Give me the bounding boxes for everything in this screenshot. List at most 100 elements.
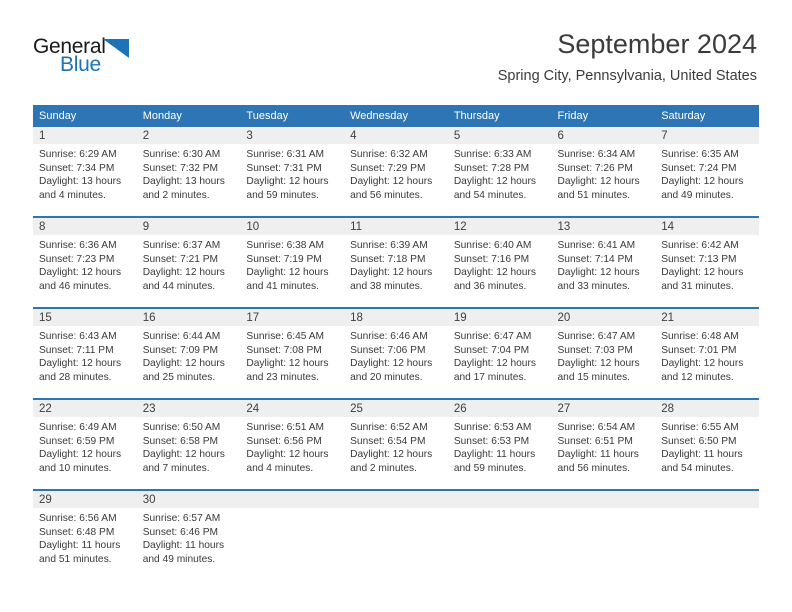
daylight-duration-line1: Daylight: 12 hours [350,267,433,279]
day-number: 4 [344,127,448,144]
daylight-duration-line1: Daylight: 12 hours [39,358,122,370]
weekday-header-monday: Monday [136,105,241,127]
day-cell-inner: 28 Sunrise: 6:55 AM Sunset: 6:50 PM Dayligh… [655,400,759,489]
calendar-day-cell[interactable]: 26 Sunrise: 6:53 AM Sunset: 6:53 PM Dayligh… [447,398,552,490]
sunrise-time: Sunrise: 6:57 AM [142,513,221,524]
day-details: Sunrise: 6:52 AM Sunset: 6:54 PM Daylight:… [344,417,448,475]
day-number: 16 [136,309,241,326]
sunset-time: Sunset: 7:26 PM [557,162,633,174]
calendar-day-cell[interactable]: 9 Sunrise: 6:37 AM Sunset: 7:21 PM Daylight… [136,216,241,308]
calendar-day-cell[interactable]: 29 Sunrise: 6:56 AM Sunset: 6:48 PM Dayligh… [33,489,137,580]
day-details: Sunrise: 6:49 AM Sunset: 6:59 PM Daylight:… [33,417,137,475]
calendar-day-cell[interactable]: 5 Sunrise: 6:33 AM Sunset: 7:28 PM Daylight… [447,127,552,217]
calendar-day-cell[interactable]: 10 Sunrise: 6:38 AM Sunset: 7:19 PM Dayligh… [240,216,345,308]
daylight-duration-line2: and 25 minutes. [142,371,216,383]
sunrise-time: Sunrise: 6:48 AM [661,331,739,342]
day-details: Sunrise: 6:35 AM Sunset: 7:24 PM Daylight:… [655,144,759,202]
day-number: 2 [136,127,241,144]
daylight-duration-line2: and 7 minutes. [142,462,210,474]
daylight-duration-line1: Daylight: 12 hours [350,176,433,188]
day-details [552,508,656,512]
calendar-day-cell[interactable]: 13 Sunrise: 6:41 AM Sunset: 7:14 PM Dayligh… [551,216,656,308]
page-header: General Blue September 2024 Spring City,… [0,0,792,96]
calendar-body: 1 Sunrise: 6:29 AM Sunset: 7:34 PM Daylight… [33,127,759,580]
calendar-day-cell[interactable]: 1 Sunrise: 6:29 AM Sunset: 7:34 PM Daylight… [33,127,137,217]
sunrise-time: Sunrise: 6:31 AM [246,149,324,160]
sunrise-time: Sunrise: 6:49 AM [39,422,117,433]
day-number: 19 [447,309,552,326]
daylight-duration-line2: and 20 minutes. [350,371,423,383]
calendar-day-cell[interactable]: 22 Sunrise: 6:49 AM Sunset: 6:59 PM Dayligh… [33,398,137,490]
calendar-day-cell[interactable] [655,489,759,580]
calendar-day-cell[interactable] [240,489,345,580]
day-cell-inner: 1 Sunrise: 6:29 AM Sunset: 7:34 PM Daylight… [33,127,137,216]
sunrise-time: Sunrise: 6:37 AM [142,240,221,251]
calendar-day-cell[interactable]: 19 Sunrise: 6:47 AM Sunset: 7:04 PM Dayligh… [447,307,552,399]
day-cell-inner: 9 Sunrise: 6:37 AM Sunset: 7:21 PM Daylight… [136,218,241,307]
calendar-day-cell[interactable]: 28 Sunrise: 6:55 AM Sunset: 6:50 PM Dayligh… [655,398,759,490]
sunrise-time: Sunrise: 6:33 AM [453,149,532,160]
calendar-day-cell[interactable]: 23 Sunrise: 6:50 AM Sunset: 6:58 PM Dayligh… [136,398,241,490]
calendar-day-cell[interactable]: 3 Sunrise: 6:31 AM Sunset: 7:31 PM Daylight… [240,127,345,217]
weekday-header-saturday: Saturday [655,105,759,127]
calendar-day-cell[interactable]: 27 Sunrise: 6:54 AM Sunset: 6:51 PM Dayligh… [551,398,656,490]
day-number: 7 [655,127,759,144]
day-number: 6 [551,127,656,144]
calendar-day-cell[interactable]: 11 Sunrise: 6:39 AM Sunset: 7:18 PM Dayligh… [344,216,448,308]
daylight-duration-line2: and 46 minutes. [39,280,112,292]
daylight-duration-line2: and 17 minutes. [453,371,527,383]
calendar-day-cell[interactable] [551,489,656,580]
daylight-duration-line1: Daylight: 13 hours [39,176,122,188]
day-cell-inner: 3 Sunrise: 6:31 AM Sunset: 7:31 PM Daylight… [240,127,345,216]
calendar-week-row: 1 Sunrise: 6:29 AM Sunset: 7:34 PM Daylight… [33,127,759,217]
calendar-day-cell[interactable]: 18 Sunrise: 6:46 AM Sunset: 7:06 PM Dayligh… [344,307,448,399]
day-cell-inner: 11 Sunrise: 6:39 AM Sunset: 7:18 PM Dayligh… [344,218,448,307]
calendar-day-cell[interactable] [344,489,448,580]
sunset-time: Sunset: 7:09 PM [142,344,219,356]
calendar-day-cell[interactable]: 14 Sunrise: 6:42 AM Sunset: 7:13 PM Dayligh… [655,216,759,308]
calendar-day-cell[interactable]: 4 Sunrise: 6:32 AM Sunset: 7:29 PM Daylight… [344,127,448,217]
calendar-day-cell[interactable]: 6 Sunrise: 6:34 AM Sunset: 7:26 PM Daylight… [551,127,656,217]
daylight-duration-line1: Daylight: 12 hours [453,358,536,370]
logo-text-blue: Blue [60,53,101,76]
calendar-day-cell[interactable]: 17 Sunrise: 6:45 AM Sunset: 7:08 PM Dayligh… [240,307,345,399]
sunrise-time: Sunrise: 6:32 AM [350,149,428,160]
calendar-day-cell[interactable]: 21 Sunrise: 6:48 AM Sunset: 7:01 PM Dayligh… [655,307,759,399]
calendar-header-row: Sunday Monday Tuesday Wednesday Thursday… [33,105,759,127]
sunset-time: Sunset: 7:32 PM [142,162,219,174]
sunrise-time: Sunrise: 6:36 AM [39,240,117,251]
calendar-day-cell[interactable]: 12 Sunrise: 6:40 AM Sunset: 7:16 PM Dayligh… [447,216,552,308]
day-details: Sunrise: 6:50 AM Sunset: 6:58 PM Daylight:… [137,417,241,475]
day-details: Sunrise: 6:38 AM Sunset: 7:19 PM Daylight:… [240,235,344,293]
daylight-duration-line2: and 51 minutes. [557,189,631,201]
day-cell-inner: 14 Sunrise: 6:42 AM Sunset: 7:13 PM Dayligh… [655,218,759,307]
sunset-time: Sunset: 6:50 PM [661,435,737,447]
calendar-day-cell[interactable] [447,489,552,580]
daylight-duration-line1: Daylight: 11 hours [39,540,121,552]
day-cell-inner: 8 Sunrise: 6:36 AM Sunset: 7:23 PM Daylight… [33,218,137,307]
day-cell-inner: 19 Sunrise: 6:47 AM Sunset: 7:04 PM Dayligh… [447,309,552,398]
daylight-duration-line1: Daylight: 12 hours [39,267,122,279]
sunrise-time: Sunrise: 6:56 AM [39,513,117,524]
day-details [655,508,759,512]
daylight-duration-line1: Daylight: 12 hours [557,267,640,279]
calendar-day-cell[interactable]: 30 Sunrise: 6:57 AM Sunset: 6:46 PM Dayligh… [136,489,241,580]
calendar-day-cell[interactable]: 7 Sunrise: 6:35 AM Sunset: 7:24 PM Daylight… [655,127,759,217]
calendar-day-cell[interactable]: 25 Sunrise: 6:52 AM Sunset: 6:54 PM Dayligh… [344,398,448,490]
calendar-day-cell[interactable]: 2 Sunrise: 6:30 AM Sunset: 7:32 PM Daylight… [136,127,241,217]
sunset-time: Sunset: 6:54 PM [350,435,426,447]
calendar-day-cell[interactable]: 20 Sunrise: 6:47 AM Sunset: 7:03 PM Dayligh… [551,307,656,399]
calendar-day-cell[interactable]: 16 Sunrise: 6:44 AM Sunset: 7:09 PM Dayligh… [136,307,241,399]
sunset-time: Sunset: 6:48 PM [39,526,115,538]
day-details: Sunrise: 6:30 AM Sunset: 7:32 PM Daylight:… [137,144,241,202]
day-cell-inner [240,491,345,580]
daylight-duration-line1: Daylight: 12 hours [246,267,329,279]
daylight-duration-line2: and 49 minutes. [661,189,734,201]
general-blue-logo[interactable]: General Blue [33,36,173,80]
calendar-day-cell[interactable]: 15 Sunrise: 6:43 AM Sunset: 7:11 PM Dayligh… [33,307,137,399]
calendar-day-cell[interactable]: 24 Sunrise: 6:51 AM Sunset: 6:56 PM Dayligh… [240,398,345,490]
day-details: Sunrise: 6:56 AM Sunset: 6:48 PM Daylight:… [33,508,137,566]
logo-triangle-icon [103,39,129,58]
calendar-day-cell[interactable]: 8 Sunrise: 6:36 AM Sunset: 7:23 PM Daylight… [33,216,137,308]
day-cell-inner: 26 Sunrise: 6:53 AM Sunset: 6:53 PM Dayligh… [447,400,552,489]
